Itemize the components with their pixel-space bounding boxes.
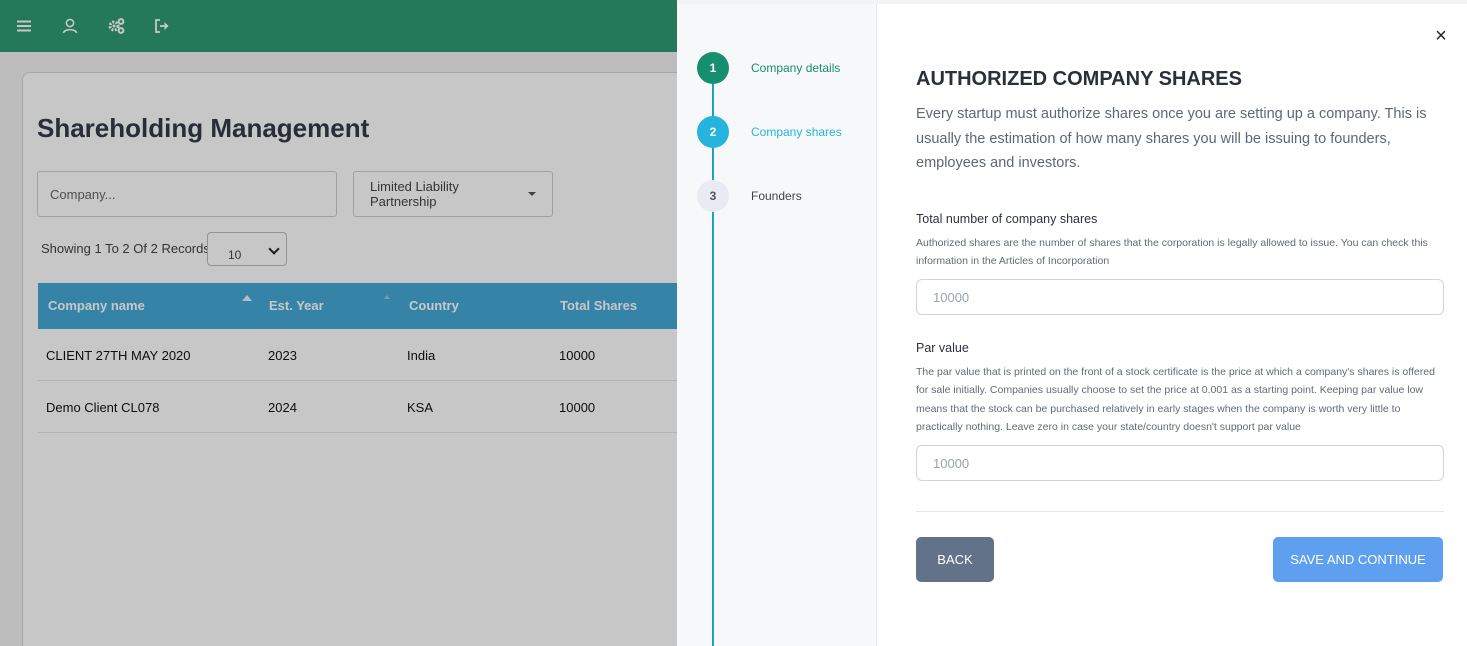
step-label: Founders — [751, 189, 802, 203]
form-divider — [916, 511, 1444, 512]
company-setup-drawer: 1 Company details 2 Company shares 3 Fou… — [677, 0, 1467, 646]
par-value-label: Par value — [916, 341, 969, 355]
step-number: 3 — [697, 180, 729, 212]
close-icon[interactable]: × — [1433, 26, 1449, 46]
step-company-shares[interactable]: 2 Company shares — [697, 116, 842, 148]
form-title: AUTHORIZED COMPANY SHARES — [916, 68, 1242, 90]
back-button[interactable]: BACK — [916, 537, 994, 582]
total-shares-help: Authorized shares are the number of shar… — [916, 237, 1428, 268]
step-number: 2 — [697, 116, 729, 148]
par-value-input[interactable]: 10000 — [916, 445, 1444, 481]
step-number: 1 — [697, 52, 729, 84]
step-label: Company shares — [751, 125, 842, 139]
form-description: Every startup must authorize shares once… — [916, 106, 1427, 171]
stepper-panel: 1 Company details 2 Company shares 3 Fou… — [677, 4, 877, 646]
step-founders[interactable]: 3 Founders — [697, 180, 802, 212]
stepper-line — [712, 68, 714, 646]
total-shares-input[interactable]: 10000 — [916, 279, 1444, 315]
save-and-continue-button[interactable]: SAVE AND CONTINUE — [1273, 537, 1443, 582]
step-company-details[interactable]: 1 Company details — [697, 52, 840, 84]
step-label: Company details — [751, 61, 841, 75]
par-value-help: The par value that is printed on the fro… — [916, 366, 1435, 434]
total-shares-label: Total number of company shares — [916, 212, 1098, 226]
